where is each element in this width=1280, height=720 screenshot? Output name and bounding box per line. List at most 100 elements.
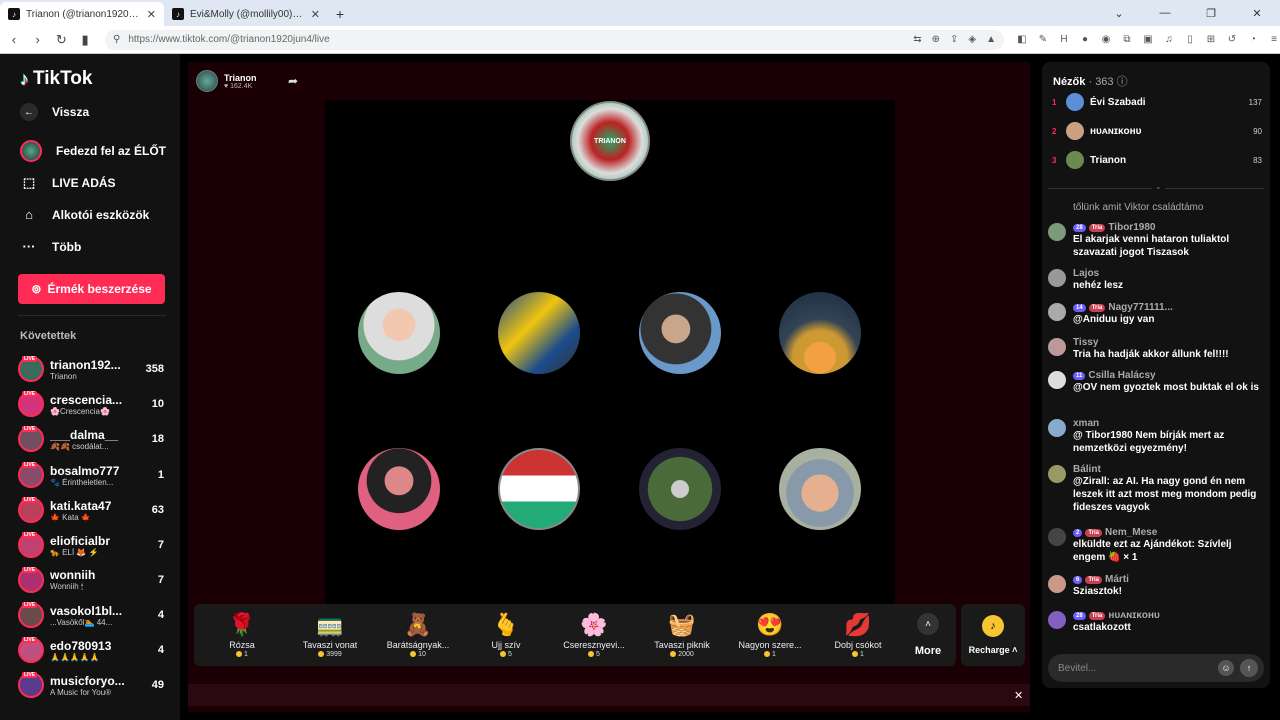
- back-icon[interactable]: ‹: [4, 30, 24, 50]
- chat-username[interactable]: ʜᴜᴀɴɪᴋᴏʜᴜ: [1108, 610, 1160, 621]
- followed-item[interactable]: LIVE wonniih Wonniih 🕯 7: [18, 565, 164, 595]
- guest-avatar[interactable]: [498, 448, 580, 530]
- chat-username[interactable]: Tissy: [1073, 337, 1098, 348]
- followed-item[interactable]: LIVE trianon192... Trianon 358: [18, 354, 164, 384]
- translate-icon[interactable]: ⇆: [913, 34, 921, 45]
- avatar[interactable]: [1048, 528, 1066, 546]
- menu-icon[interactable]: ≡: [1268, 34, 1280, 45]
- guest-avatar[interactable]: [358, 448, 440, 530]
- chat-username[interactable]: Nagy771111...: [1108, 302, 1173, 313]
- avatar[interactable]: [1048, 611, 1066, 629]
- bookmark-icon[interactable]: ▮: [75, 30, 95, 50]
- sidebar-icon[interactable]: ▯: [1184, 34, 1196, 45]
- nav-live[interactable]: ⬚ LIVE ADÁS: [20, 175, 116, 191]
- avatar[interactable]: [1048, 338, 1066, 356]
- followed-item[interactable]: LIVE crescencia... 🌸Crescencia🌸 10: [18, 389, 164, 419]
- forward-icon[interactable]: ›: [28, 30, 48, 50]
- chat-username[interactable]: Bálint: [1073, 464, 1101, 475]
- zoom-icon[interactable]: ⊕: [932, 34, 940, 45]
- new-tab-button[interactable]: +: [328, 2, 352, 26]
- tiktok-logo[interactable]: ♪ TikTok: [20, 68, 92, 90]
- guest-avatar[interactable]: [779, 292, 861, 374]
- address-bar[interactable]: ⚲ https://www.tiktok.com/@trianon1920jun…: [105, 29, 1004, 50]
- chat-username[interactable]: Csilla Halácsy: [1088, 370, 1155, 381]
- followed-item[interactable]: LIVE edo780913 🙏🙏🙏🙏🙏 4: [18, 635, 164, 665]
- avatar[interactable]: [1048, 465, 1066, 483]
- gift-item[interactable]: 🫰 Ujj szív 5: [462, 605, 550, 665]
- avatar[interactable]: [1048, 303, 1066, 321]
- profile-icon[interactable]: ◔: [1247, 34, 1259, 45]
- restore-icon[interactable]: ❐: [1188, 0, 1234, 26]
- gift-item[interactable]: 🚃 Tavaszi vonat 3999: [286, 605, 374, 665]
- extension-icon[interactable]: ✎: [1037, 34, 1049, 45]
- get-coins-button[interactable]: ⊚ Érmék beszerzése: [18, 274, 165, 304]
- top-viewer[interactable]: 1 Évi Szabadi 137: [1052, 92, 1262, 112]
- chat-input-box[interactable]: ☺ ↑: [1048, 654, 1264, 682]
- guest-avatar[interactable]: [498, 292, 580, 374]
- recharge-button[interactable]: ♪ Recharge ˄: [961, 604, 1025, 666]
- chat-input[interactable]: [1058, 662, 1218, 674]
- top-viewer[interactable]: 3 Trianon 83: [1052, 150, 1262, 170]
- send-icon[interactable]: ↑: [1240, 659, 1258, 677]
- extension-icon[interactable]: ●: [1079, 34, 1091, 45]
- extension-icon[interactable]: ▣: [1142, 34, 1154, 45]
- emoji-icon[interactable]: ☺: [1218, 660, 1234, 676]
- minimize-icon[interactable]: —: [1142, 0, 1188, 26]
- guest-avatar[interactable]: [779, 448, 861, 530]
- followed-item[interactable]: LIVE kati.kata47 🍁 Kata 🍁 63: [18, 495, 164, 525]
- extension-icon[interactable]: ⧉: [1121, 34, 1133, 45]
- followed-item[interactable]: LIVE bosalmo777 🐾 Érintheletlen... 1: [18, 460, 164, 490]
- close-icon[interactable]: ✕: [1014, 689, 1023, 702]
- guest-avatar[interactable]: [639, 448, 721, 530]
- followed-item[interactable]: LIVE musicforyo... A Music for You® 49: [18, 670, 164, 700]
- avatar[interactable]: [1048, 223, 1066, 241]
- share-icon[interactable]: ⇪: [950, 34, 958, 45]
- nav-explore-live[interactable]: Fedezd fel az ÉLŐT: [20, 140, 166, 162]
- share-icon[interactable]: ➦: [288, 74, 298, 88]
- chevron-down-icon[interactable]: ⌄: [1152, 182, 1165, 191]
- close-window-icon[interactable]: ✕: [1234, 0, 1280, 26]
- extension-icon[interactable]: ⊞: [1205, 34, 1217, 45]
- gift-item[interactable]: 😍 Nagyon szere... 1: [726, 605, 814, 665]
- info-icon[interactable]: ⓘ: [1117, 76, 1128, 88]
- close-tab-icon[interactable]: ✕: [147, 8, 156, 21]
- avatar[interactable]: [1048, 371, 1066, 389]
- avatar[interactable]: [1048, 269, 1066, 287]
- followed-item[interactable]: LIVE elioficialbr 🐆 ELÍ 🦊 ⚡ 7: [18, 530, 164, 560]
- gift-item[interactable]: 🧺 Tavaszi piknik 2000: [638, 605, 726, 665]
- music-icon[interactable]: ♫: [1163, 34, 1175, 45]
- more-gifts-button[interactable]: ˄ More: [902, 605, 954, 665]
- guest-avatar[interactable]: [639, 292, 721, 374]
- site-info-icon[interactable]: ⚲: [113, 34, 120, 45]
- browser-tab-active[interactable]: ♪ Trianon (@trianon1920jun4) ÉLŐ adásban…: [0, 2, 164, 26]
- extension-icon[interactable]: ↺: [1226, 34, 1238, 45]
- extension-icon[interactable]: H: [1058, 34, 1070, 45]
- chat-username[interactable]: xman: [1073, 418, 1099, 429]
- avatar[interactable]: [1048, 575, 1066, 593]
- followed-item[interactable]: LIVE vasokol1bl... ...Vasökől🏊 44... 4: [18, 600, 164, 630]
- gift-item[interactable]: 💋 Dobj csókot 1: [814, 605, 902, 665]
- top-viewer[interactable]: 2 ʜᴜᴀɴɪᴋᴏʜᴜ 90: [1052, 121, 1262, 141]
- gift-item[interactable]: 🌸 Cseresznyevi... 5: [550, 605, 638, 665]
- host-info[interactable]: Trianon ♥ 162.4K: [196, 70, 257, 92]
- chat-username[interactable]: Tibor1980: [1108, 222, 1155, 233]
- nav-creator-tools[interactable]: ⌂ Alkotói eszközök: [20, 207, 149, 222]
- gift-item[interactable]: 🌹 Rózsa 1: [198, 605, 286, 665]
- tab-list-icon[interactable]: ⌄: [1096, 0, 1142, 26]
- reload-icon[interactable]: ↻: [52, 30, 72, 50]
- followed-item[interactable]: LIVE ___dalma__ 🍂🍂 csodálat... 18: [18, 424, 164, 454]
- extension-icon[interactable]: ◉: [1100, 34, 1112, 45]
- guest-avatar[interactable]: [358, 292, 440, 374]
- chat-username[interactable]: Márti: [1105, 574, 1129, 585]
- host-avatar[interactable]: [196, 70, 218, 92]
- nav-back[interactable]: ← Vissza: [20, 103, 89, 121]
- avatar[interactable]: [1048, 419, 1066, 437]
- close-tab-icon[interactable]: ✕: [311, 8, 320, 21]
- extension-icon[interactable]: ◧: [1016, 34, 1028, 45]
- chat-username[interactable]: Nem_Mese: [1105, 527, 1157, 538]
- chat-username[interactable]: Lajos: [1073, 268, 1099, 279]
- triangle-icon[interactable]: ▲: [986, 34, 996, 45]
- shield-icon[interactable]: ◈: [968, 34, 976, 45]
- browser-tab[interactable]: ♪ Évi&Molly (@mollily00) ÉLŐ adásban ✕: [164, 2, 328, 26]
- nav-more[interactable]: ··· Több: [20, 239, 82, 254]
